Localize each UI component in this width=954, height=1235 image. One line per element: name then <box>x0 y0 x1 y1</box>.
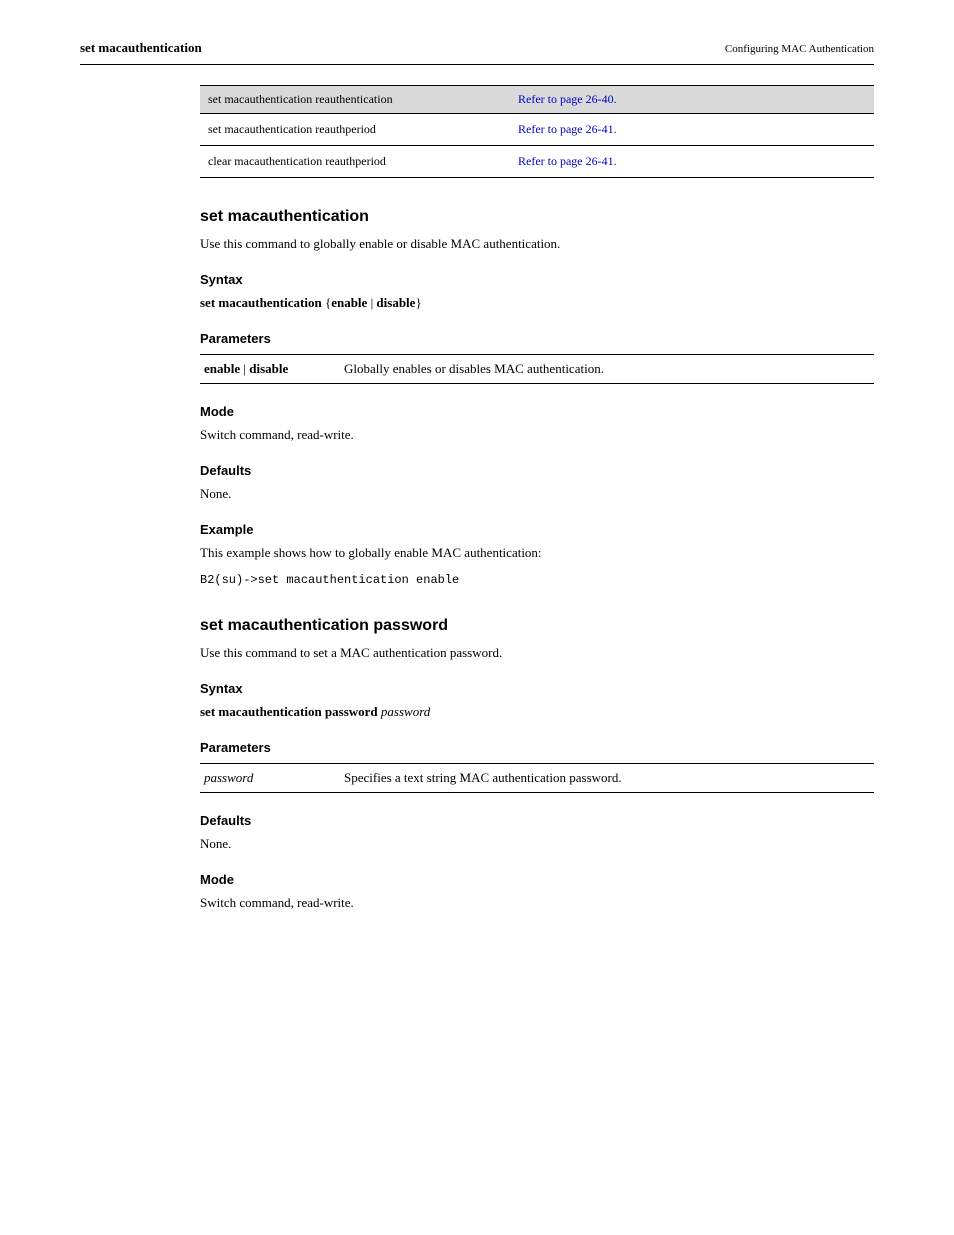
section-desc: Use this command to set a MAC authentica… <box>200 645 874 661</box>
param-password: password <box>204 770 253 785</box>
param-table: enable | disable Globally enables or dis… <box>200 354 874 384</box>
xref-cmd: set macauthentication reauthentication <box>208 92 518 107</box>
xref-row-shaded: set macauthentication reauthentication R… <box>200 85 874 114</box>
syntax-text: { <box>322 295 332 310</box>
param-row: password Specifies a text string MAC aut… <box>200 764 874 792</box>
param-disable: disable <box>249 361 288 376</box>
content-area: set macauthentication reauthentication R… <box>200 85 874 911</box>
syntax-enable: enable <box>331 295 367 310</box>
header-rule <box>80 64 874 65</box>
section-title: set macauthentication <box>200 208 874 226</box>
param-label: password <box>204 770 344 786</box>
params-heading: Parameters <box>200 740 874 755</box>
syntax-cmd: set macauthentication password <box>200 704 378 719</box>
xref-page[interactable]: Refer to page 26-41. <box>518 154 866 169</box>
example-heading: Example <box>200 522 874 537</box>
param-desc: Globally enables or disables MAC authent… <box>344 361 870 377</box>
param-desc: Specifies a text string MAC authenticati… <box>344 770 870 786</box>
section-title: set macauthentication password <box>200 617 874 635</box>
mode-heading: Mode <box>200 872 874 887</box>
syntax-line: set macauthentication {enable | disable} <box>200 295 874 311</box>
defaults-text: None. <box>200 836 874 852</box>
xref-page[interactable]: Refer to page 26-41. <box>518 122 866 137</box>
syntax-cmd: set macauthentication <box>200 295 322 310</box>
defaults-heading: Defaults <box>200 463 874 478</box>
syntax-heading: Syntax <box>200 272 874 287</box>
syntax-disable: disable <box>376 295 415 310</box>
example-code: B2(su)->set macauthentication enable <box>200 573 874 587</box>
param-pipe: | <box>240 361 249 376</box>
param-table: password Specifies a text string MAC aut… <box>200 763 874 793</box>
xref-page[interactable]: Refer to page 26-40. <box>518 92 866 107</box>
mode-text: Switch command, read-write. <box>200 427 874 443</box>
page-header: set macauthentication Configuring MAC Au… <box>80 40 874 56</box>
param-enable: enable <box>204 361 240 376</box>
section-desc: Use this command to globally enable or d… <box>200 236 874 252</box>
xref-cmd: clear macauthentication reauthperiod <box>208 154 518 169</box>
syntax-password: password <box>381 704 430 719</box>
defaults-heading: Defaults <box>200 813 874 828</box>
example-text: This example shows how to globally enabl… <box>200 545 874 561</box>
defaults-text: None. <box>200 486 874 502</box>
param-label: enable | disable <box>204 361 344 377</box>
syntax-line: set macauthentication password password <box>200 704 874 720</box>
mode-text: Switch command, read-write. <box>200 895 874 911</box>
xref-cmd: set macauthentication reauthperiod <box>208 122 518 137</box>
header-right: Configuring MAC Authentication <box>725 43 874 55</box>
xref-row: clear macauthentication reauthperiod Ref… <box>200 146 874 178</box>
xref-row: set macauthentication reauthperiod Refer… <box>200 114 874 146</box>
params-heading: Parameters <box>200 331 874 346</box>
mode-heading: Mode <box>200 404 874 419</box>
param-row: enable | disable Globally enables or dis… <box>200 355 874 383</box>
syntax-heading: Syntax <box>200 681 874 696</box>
syntax-close: } <box>415 295 421 310</box>
header-left: set macauthentication <box>80 40 202 56</box>
